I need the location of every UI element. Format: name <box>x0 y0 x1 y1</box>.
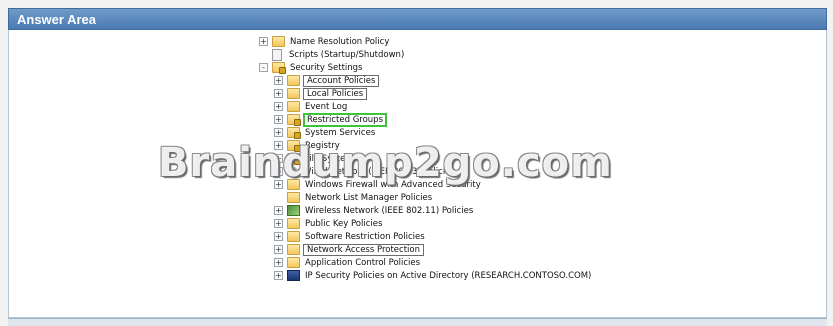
expand-icon[interactable]: + <box>274 219 283 228</box>
expand-icon[interactable]: + <box>274 258 283 267</box>
answer-area-bottom-border <box>8 318 827 326</box>
lock-folder-icon <box>287 114 301 126</box>
folder-icon <box>287 75 300 86</box>
lock-folder-icon <box>287 127 301 139</box>
wireless-icon <box>287 205 300 216</box>
tree-item-system-services[interactable]: + System Services <box>274 126 377 139</box>
tree-item-application-control[interactable]: + Application Control Policies <box>274 256 422 269</box>
answer-area-title-bar: Answer Area <box>8 8 827 30</box>
folder-icon <box>287 88 300 99</box>
folder-icon <box>287 101 300 112</box>
tree-item-label: Local Policies <box>303 87 368 100</box>
ip-security-icon <box>287 270 300 281</box>
tree-item-restricted-groups[interactable]: + Restricted Groups <box>274 112 388 127</box>
tree-item-label: Name Resolution Policy <box>290 36 390 47</box>
expand-icon[interactable]: + <box>274 206 283 215</box>
tree-item-event-log[interactable]: + Event Log <box>274 100 349 113</box>
expand-icon[interactable]: + <box>259 37 268 46</box>
tree-item-network-access-protection[interactable]: + Network Access Protection <box>274 243 424 256</box>
tree-item-label: Event Log <box>305 101 348 112</box>
tree-item-label: IP Security Policies on Active Directory… <box>305 270 592 281</box>
expand-icon[interactable]: + <box>274 271 283 280</box>
expand-icon[interactable]: + <box>274 245 283 254</box>
tree-item-name-resolution-policy[interactable]: + Name Resolution Policy <box>259 35 391 48</box>
expand-icon[interactable]: + <box>274 89 283 98</box>
security-folder-icon <box>272 62 286 74</box>
tree-item-local-policies[interactable]: + Local Policies <box>274 87 368 100</box>
folder-icon <box>272 36 285 47</box>
tree-item-account-policies[interactable]: + Account Policies <box>274 74 380 87</box>
folder-icon <box>287 244 300 255</box>
expand-icon[interactable]: + <box>274 115 283 124</box>
tree-item-label: Application Control Policies <box>305 257 421 268</box>
tree-item-label-selected: Restricted Groups <box>303 112 388 127</box>
tree-item-network-list-manager[interactable]: Network List Manager Policies <box>287 191 434 204</box>
folder-icon <box>287 192 300 203</box>
folder-icon <box>287 231 300 242</box>
tree-item-label: Account Policies <box>303 74 380 87</box>
folder-icon <box>287 218 300 229</box>
tree-item-label: Network List Manager Policies <box>305 192 433 203</box>
tree-item-scripts[interactable]: Scripts (Startup/Shutdown) <box>272 48 406 61</box>
expand-icon[interactable]: + <box>274 128 283 137</box>
tree-item-label: Public Key Policies <box>305 218 383 229</box>
expand-icon[interactable]: + <box>274 76 283 85</box>
expand-icon[interactable]: + <box>274 102 283 111</box>
tree-item-wireless-network[interactable]: + Wireless Network (IEEE 802.11) Policie… <box>274 204 475 217</box>
tree-item-public-key-policies[interactable]: + Public Key Policies <box>274 217 384 230</box>
collapse-icon[interactable]: - <box>259 63 268 72</box>
answer-area-frame: Answer Area + Name Resolution Policy Scr… <box>0 0 833 326</box>
tree-item-security-settings[interactable]: - Security Settings <box>259 61 364 74</box>
tree-item-label: System Services <box>305 127 376 138</box>
watermark-text: Braindump2go.com <box>158 140 613 186</box>
tree-item-label: Software Restriction Policies <box>305 231 425 242</box>
folder-icon <box>287 257 300 268</box>
tree-item-label: Wireless Network (IEEE 802.11) Policies <box>305 205 474 216</box>
tree-item-software-restriction[interactable]: + Software Restriction Policies <box>274 230 427 243</box>
script-document-icon <box>272 48 282 61</box>
tree-item-label: Network Access Protection <box>303 243 424 256</box>
tree-item-label: Scripts (Startup/Shutdown) <box>289 49 405 60</box>
expand-icon[interactable]: + <box>274 232 283 241</box>
tree-item-ip-security-policies[interactable]: + IP Security Policies on Active Directo… <box>274 269 593 282</box>
answer-area-title: Answer Area <box>17 12 96 27</box>
tree-item-label: Security Settings <box>290 62 363 73</box>
